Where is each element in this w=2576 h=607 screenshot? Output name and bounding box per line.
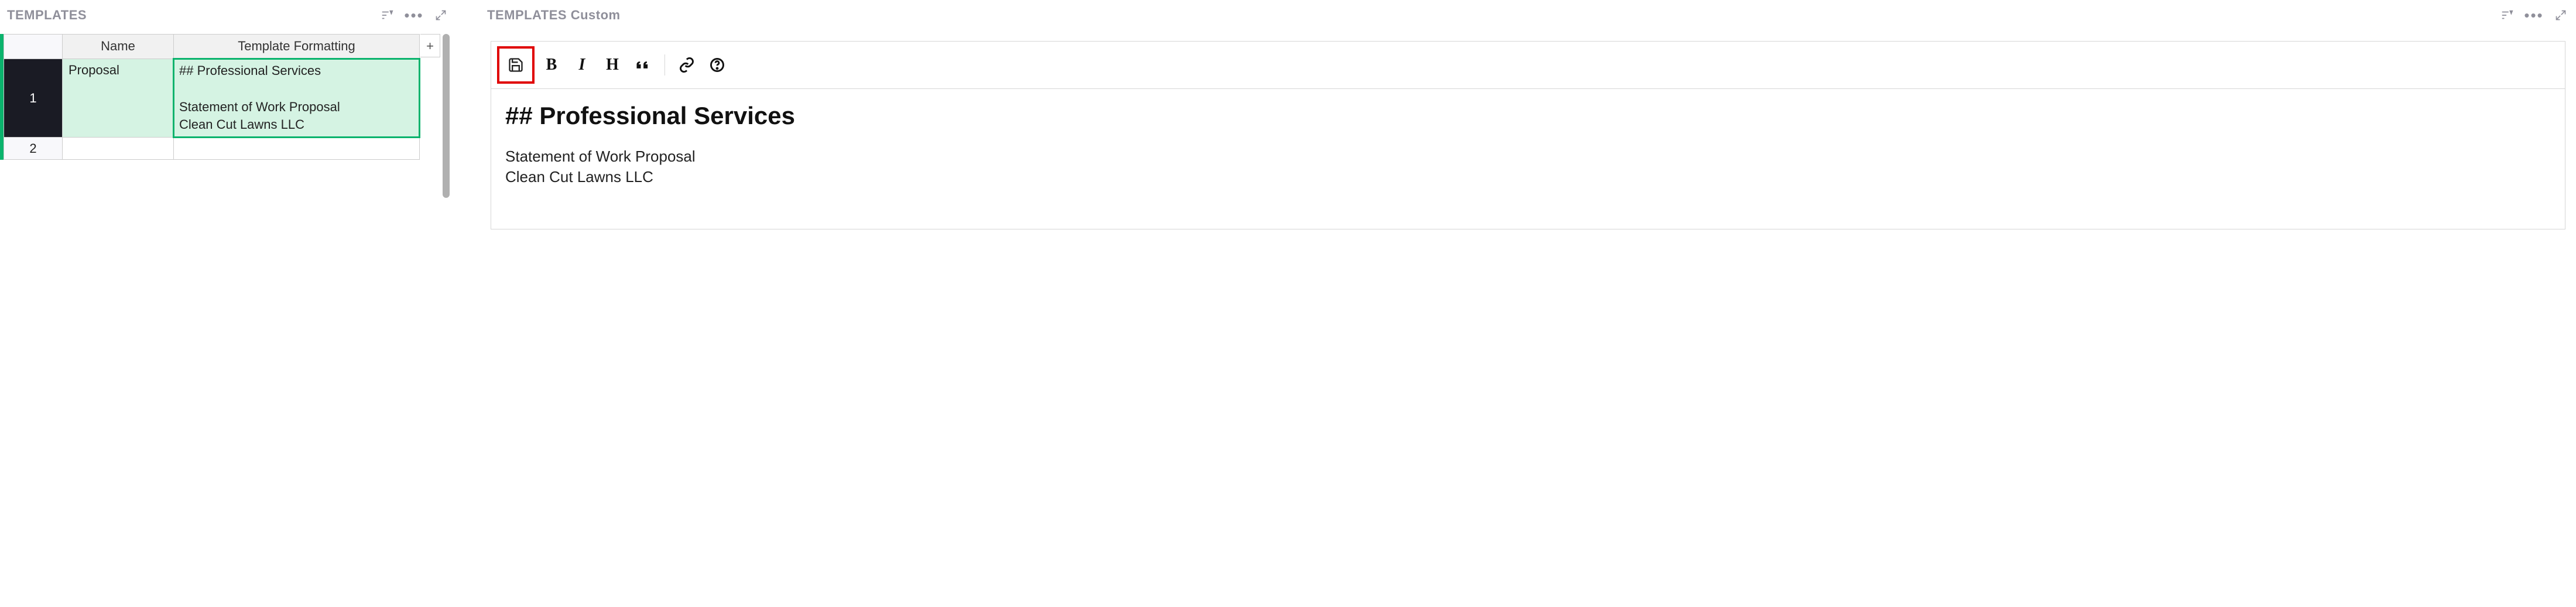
templates-panel-header: TEMPLATES ••• <box>0 0 456 30</box>
editor-body[interactable]: ## Professional Services Statement of Wo… <box>491 89 2565 229</box>
row-number[interactable]: 1 <box>4 59 63 138</box>
templates-actions: ••• <box>379 7 449 23</box>
templates-panel: TEMPLATES ••• Name Temp <box>0 0 457 607</box>
italic-button[interactable]: I <box>568 52 595 78</box>
filter-icon[interactable] <box>379 7 395 23</box>
templates-title: TEMPLATES <box>7 8 379 23</box>
toolbar-separator <box>664 54 665 76</box>
custom-actions: ••• <box>2499 7 2569 23</box>
quote-button[interactable] <box>629 52 656 78</box>
scrollbar[interactable] <box>443 34 450 160</box>
filter-icon[interactable] <box>2499 7 2515 23</box>
row-number[interactable]: 2 <box>4 138 63 160</box>
cell-name[interactable] <box>63 138 174 160</box>
rownum-header <box>4 35 63 59</box>
custom-panel-header: TEMPLATES Custom ••• <box>480 0 2576 30</box>
templates-grid: Name Template Formatting 1 Proposal ## P… <box>4 34 440 160</box>
save-button[interactable] <box>497 46 535 84</box>
expand-icon[interactable] <box>433 7 449 23</box>
scrollbar-thumb[interactable] <box>443 34 450 198</box>
editor-toolbar: B I H <box>491 41 2565 89</box>
cell-template-formatting[interactable] <box>174 138 420 160</box>
add-column-button[interactable]: + <box>420 34 440 57</box>
editor-heading: ## Professional Services <box>505 102 2551 130</box>
cell-name[interactable]: Proposal <box>63 59 174 138</box>
templates-table-wrap: Name Template Formatting 1 Proposal ## P… <box>0 34 456 160</box>
templates-custom-panel: TEMPLATES Custom ••• B I H ## Profess <box>480 0 2576 607</box>
more-icon[interactable]: ••• <box>406 7 422 23</box>
expand-icon[interactable] <box>2553 7 2569 23</box>
column-header-name[interactable]: Name <box>63 35 174 59</box>
templates-table[interactable]: Name Template Formatting 1 Proposal ## P… <box>4 34 420 160</box>
table-row[interactable]: 1 Proposal ## Professional Services Stat… <box>4 59 420 138</box>
editor-line: Statement of Work Proposal <box>505 146 2551 167</box>
table-header-row: Name Template Formatting <box>4 35 420 59</box>
column-header-tf[interactable]: Template Formatting <box>174 35 420 59</box>
cell-content: ## Professional Services Statement of Wo… <box>179 62 414 134</box>
custom-title: TEMPLATES Custom <box>487 8 2499 23</box>
editor-line: Clean Cut Lawns LLC <box>505 167 2551 187</box>
bold-button[interactable]: B <box>538 52 565 78</box>
table-row[interactable]: 2 <box>4 138 420 160</box>
heading-button[interactable]: H <box>599 52 626 78</box>
help-button[interactable] <box>704 52 731 78</box>
more-icon[interactable]: ••• <box>2526 7 2542 23</box>
link-button[interactable] <box>673 52 700 78</box>
cell-template-formatting[interactable]: ## Professional Services Statement of Wo… <box>174 59 420 138</box>
